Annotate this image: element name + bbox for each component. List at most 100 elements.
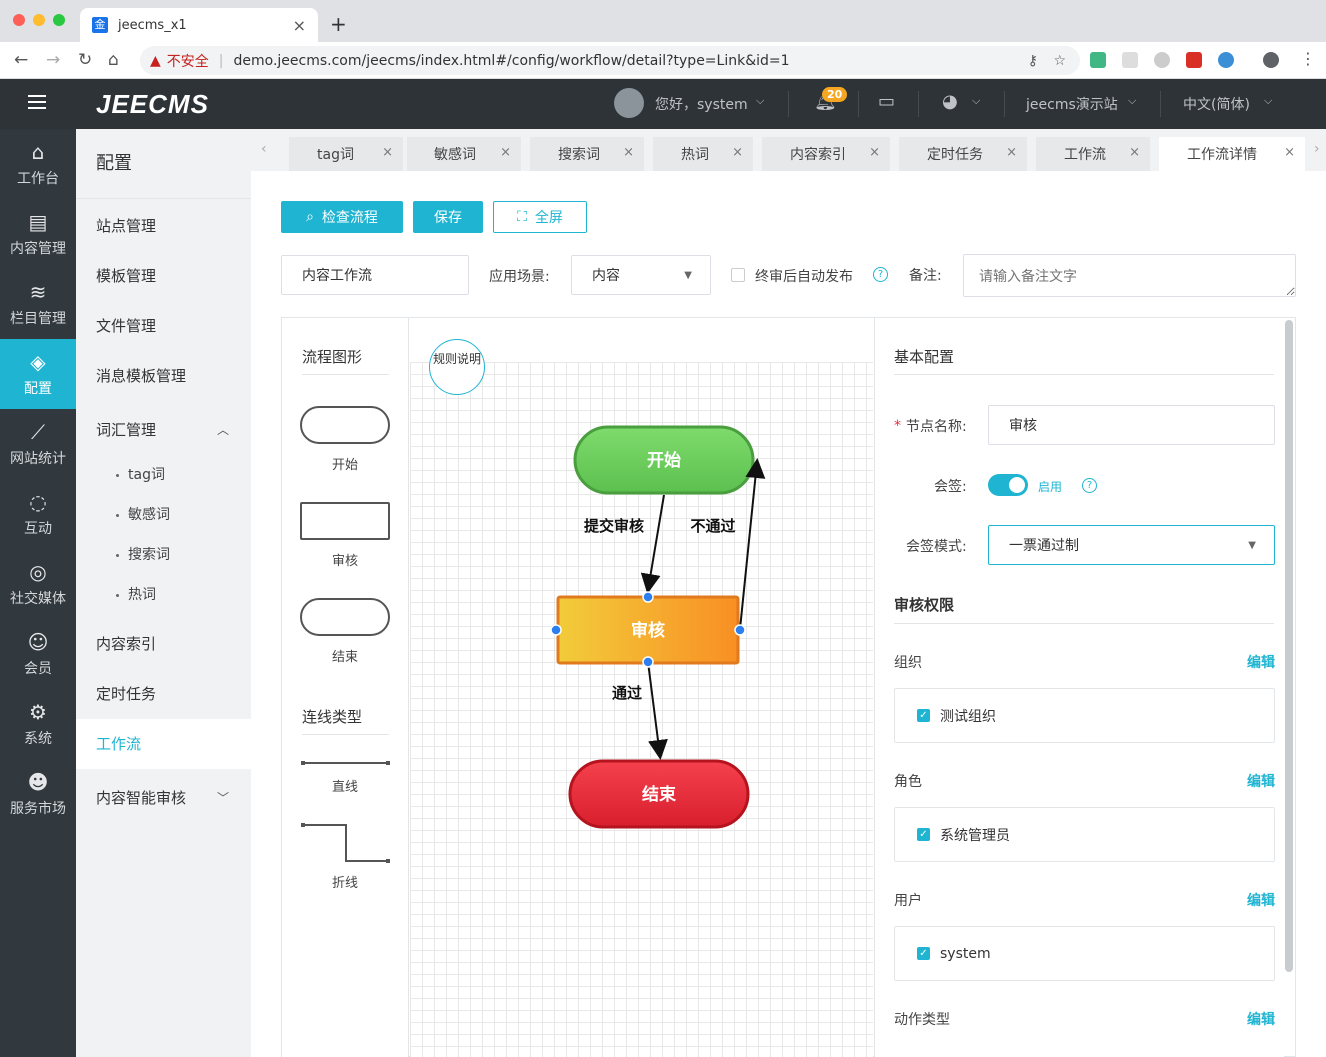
profile-icon[interactable]	[1263, 52, 1279, 68]
sidebar-item-social[interactable]: ◎ 社交媒体	[0, 549, 76, 619]
close-icon[interactable]: ×	[293, 16, 306, 35]
edit-action-link[interactable]: 编辑	[1247, 1009, 1275, 1029]
remark-input[interactable]	[963, 254, 1296, 297]
submenu-child-sensitive[interactable]: 敏感词	[76, 495, 251, 535]
edit-user-link[interactable]: 编辑	[1247, 890, 1275, 910]
help-icon[interactable]: ?	[1082, 478, 1097, 493]
tab-workflow-detail[interactable]: 工作流详情 ×	[1159, 137, 1305, 171]
anchor-point[interactable]	[734, 624, 746, 636]
back-icon[interactable]: ←	[14, 50, 28, 70]
sidebar-item-config[interactable]: ◈ 配置	[0, 339, 76, 409]
sidebar-item-market[interactable]: ☻ 服务市场	[0, 759, 76, 829]
node-name-input[interactable]: 审核	[988, 405, 1275, 445]
submenu-item-site[interactable]: 站点管理	[76, 201, 251, 251]
close-icon[interactable]: ×	[1129, 145, 1140, 160]
countersign-toggle[interactable]	[988, 474, 1028, 496]
tab-search[interactable]: 搜索词 ×	[530, 137, 644, 171]
avatar[interactable]	[614, 88, 644, 118]
sidebar-item-content[interactable]: ▤ 内容管理	[0, 199, 76, 269]
start-shape[interactable]	[300, 406, 390, 444]
menu-icon[interactable]	[28, 95, 46, 109]
submenu-item-file[interactable]: 文件管理	[76, 301, 251, 351]
submenu-item-smart-review[interactable]: 内容智能审核 ﹀	[76, 773, 251, 823]
submenu-item-index[interactable]: 内容索引	[76, 619, 251, 669]
edit-org-link[interactable]: 编辑	[1247, 652, 1275, 672]
edit-role-link[interactable]: 编辑	[1247, 771, 1275, 791]
checkbox-checked-icon[interactable]: ✓	[917, 709, 930, 722]
globe-extension-icon[interactable]	[1218, 52, 1234, 68]
star-icon[interactable]: ☆	[1053, 53, 1066, 69]
scene-select[interactable]: 内容 ▼	[571, 255, 711, 295]
fe-extension-icon[interactable]	[1186, 52, 1202, 68]
submenu-child-tag[interactable]: tag词	[76, 455, 251, 495]
submenu-item-schedule[interactable]: 定时任务	[76, 669, 251, 719]
tab-workflow[interactable]: 工作流 ×	[1036, 137, 1150, 171]
monitor-icon[interactable]: ▭	[878, 91, 895, 112]
browser-tab[interactable]: 金 jeecms_x1 ×	[80, 8, 318, 42]
user-greeting[interactable]: 您好，system	[655, 94, 748, 114]
sidebar-item-workbench[interactable]: ⌂ 工作台	[0, 129, 76, 199]
language-selector[interactable]: 中文(简体)	[1183, 94, 1250, 114]
polyline-shape[interactable]	[300, 821, 392, 865]
countersign-mode-select[interactable]: 一票通过制 ▼	[988, 525, 1275, 565]
sidebar-item-system[interactable]: ⚙ 系统	[0, 689, 76, 759]
site-selector[interactable]: jeecms演示站	[1026, 94, 1118, 114]
submit-edge[interactable]	[640, 494, 665, 594]
tab-hot[interactable]: 热词 ×	[653, 137, 753, 171]
properties-scrollbar[interactable]	[1285, 320, 1293, 972]
straight-line-shape[interactable]	[300, 758, 392, 768]
end-shape[interactable]	[300, 598, 390, 636]
key-icon[interactable]: ⚷	[1028, 53, 1038, 69]
close-icon[interactable]: ×	[732, 145, 743, 160]
reload-icon[interactable]: ↻	[78, 50, 92, 70]
chevron-left-icon[interactable]: ‹	[261, 141, 267, 157]
maximize-window-button[interactable]	[53, 14, 65, 26]
submenu-child-hot[interactable]: 热词	[76, 575, 251, 615]
close-icon[interactable]: ×	[1006, 145, 1017, 160]
tab-schedule[interactable]: 定时任务 ×	[899, 137, 1027, 171]
chevron-right-icon[interactable]: ›	[1314, 141, 1320, 157]
sidebar-item-stats[interactable]: ⟋ 网站统计	[0, 409, 76, 479]
sidebar-item-member[interactable]: ☺ 会员	[0, 619, 76, 689]
more-icon[interactable]: ⋮	[1300, 49, 1316, 68]
check-flow-button[interactable]: ⌕ 检查流程	[281, 201, 403, 233]
submenu-item-message-template[interactable]: 消息模板管理	[76, 351, 251, 401]
checkbox-checked-icon[interactable]: ✓	[917, 828, 930, 841]
home-icon[interactable]: ⌂	[108, 50, 119, 70]
tab-sensitive[interactable]: 敏感词 ×	[407, 137, 521, 171]
close-icon[interactable]: ×	[623, 145, 634, 160]
close-icon[interactable]: ×	[869, 145, 880, 160]
close-window-button[interactable]	[13, 14, 25, 26]
anchor-point[interactable]	[642, 656, 654, 668]
workflow-name-input[interactable]: 内容工作流	[281, 255, 469, 295]
submenu-item-template[interactable]: 模板管理	[76, 251, 251, 301]
reject-edge[interactable]	[739, 458, 766, 630]
auto-publish-checkbox[interactable]	[731, 268, 745, 282]
close-icon[interactable]: ×	[1284, 145, 1295, 160]
submenu-child-search[interactable]: 搜索词	[76, 535, 251, 575]
fullscreen-button[interactable]: ⛶ 全屏	[493, 201, 587, 233]
submenu-item-workflow[interactable]: 工作流	[76, 719, 251, 769]
tab-tag[interactable]: tag词 ×	[289, 137, 403, 171]
anchor-point[interactable]	[550, 624, 562, 636]
url-bar[interactable]: ▲ 不安全 | demo.jeecms.com/jeecms/index.htm…	[140, 46, 1080, 75]
new-tab-button[interactable]: +	[330, 12, 347, 36]
anchor-point[interactable]	[642, 591, 654, 603]
minimize-window-button[interactable]	[33, 14, 45, 26]
checkbox-checked-icon[interactable]: ✓	[917, 947, 930, 960]
close-icon[interactable]: ×	[500, 145, 511, 160]
vue-extension-icon[interactable]	[1090, 52, 1106, 68]
forward-icon[interactable]: →	[46, 50, 60, 70]
sidebar-item-interact[interactable]: ◌ 互动	[0, 479, 76, 549]
review-shape[interactable]	[300, 502, 390, 540]
pass-edge[interactable]	[647, 661, 668, 760]
extension-icon[interactable]	[1154, 52, 1170, 68]
tab-index[interactable]: 内容索引 ×	[762, 137, 890, 171]
extension-icon[interactable]	[1122, 52, 1138, 68]
save-button[interactable]: 保存	[413, 201, 483, 233]
help-icon[interactable]: ?	[873, 267, 888, 282]
sidebar-item-channel[interactable]: ≋ 栏目管理	[0, 269, 76, 339]
submenu-item-vocab[interactable]: 词汇管理 ︿	[76, 405, 251, 455]
palette-icon[interactable]: ◕	[942, 91, 958, 112]
close-icon[interactable]: ×	[382, 145, 393, 160]
